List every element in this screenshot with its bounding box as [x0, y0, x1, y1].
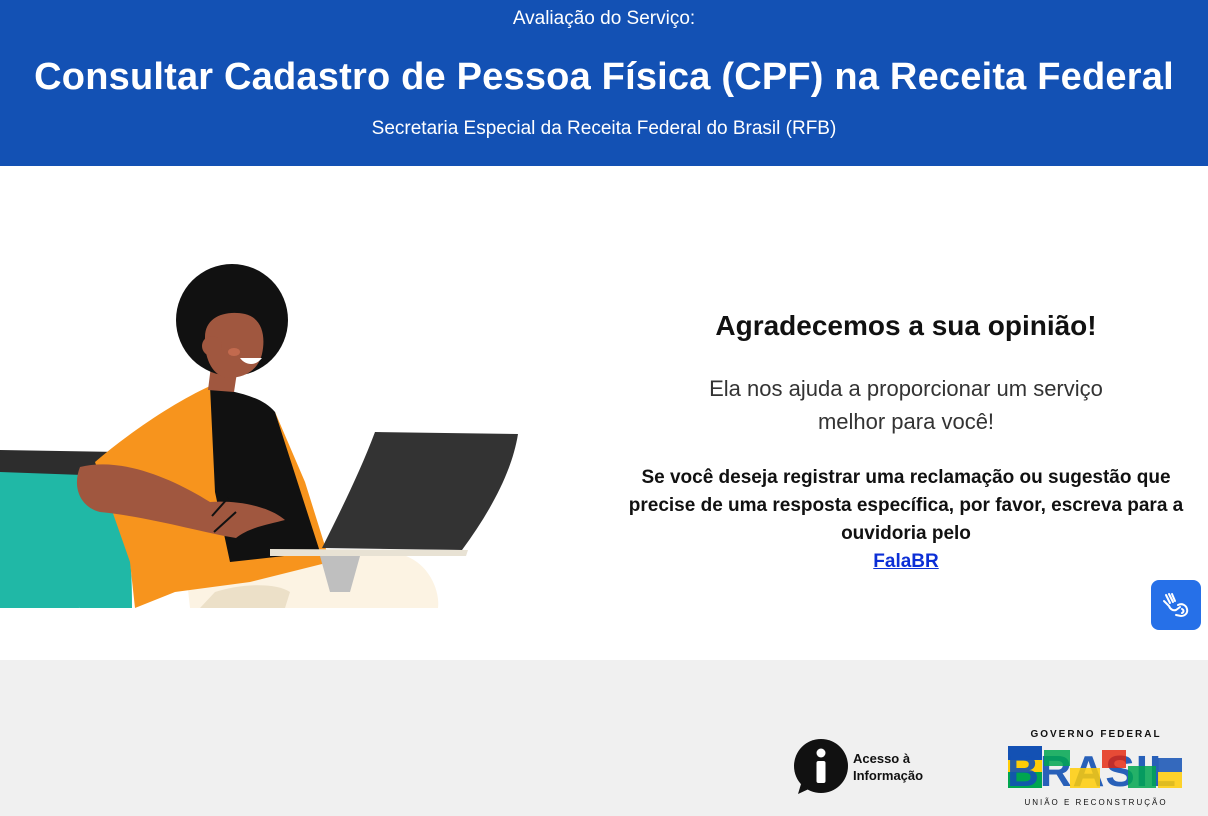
header-banner: Avaliação do Serviço: Consultar Cadastro… [0, 0, 1208, 166]
person-laptop-illustration [0, 264, 518, 608]
page-title: Consultar Cadastro de Pessoa Física (CPF… [34, 56, 1174, 98]
thank-you-heading: Agradecemos a sua opinião! [715, 310, 1097, 341]
thank-you-message: Ela nos ajuda a proporcionar um serviço … [606, 372, 1206, 438]
ouvidoria-instructions: Se você deseja registrar uma reclamação … [628, 467, 1184, 544]
acesso-informacao-link[interactable]: Acesso à Informação [793, 738, 943, 796]
thank-you-line-2: melhor para você! [817, 409, 995, 434]
main-content: Agradecemos a sua opinião! Ela nos ajuda… [0, 166, 1208, 660]
accessibility-libras-button[interactable] [1151, 580, 1201, 630]
thank-you-panel: Agradecemos a sua opinião! Ela nos ajuda… [606, 310, 1206, 576]
falabr-link[interactable]: FalaBR [873, 548, 938, 576]
acesso-informacao-label: Acesso à Informação [853, 750, 923, 784]
acesso-line-1: Acesso à [853, 751, 911, 766]
gov-logo-bottom-text: UNIÃO E RECONSTRUÇÃO [1024, 798, 1167, 807]
evaluation-kicker: Avaliação do Serviço: [512, 8, 696, 29]
thank-you-line-1: Ela nos ajuda a proporcionar um serviço [709, 376, 1103, 401]
gov-logo-top-text: GOVERNO FEDERAL [1030, 729, 1161, 740]
info-icon [794, 739, 848, 794]
acesso-line-2: Informação [853, 768, 924, 783]
governo-federal-logo: GOVERNO FEDERAL BRASIL UNIÃO E RECONSTRU… [1007, 729, 1182, 807]
agency-subtitle: Secretaria Especial da Receita Federal d… [371, 118, 837, 139]
hand-sign-language-icon [1163, 593, 1189, 618]
